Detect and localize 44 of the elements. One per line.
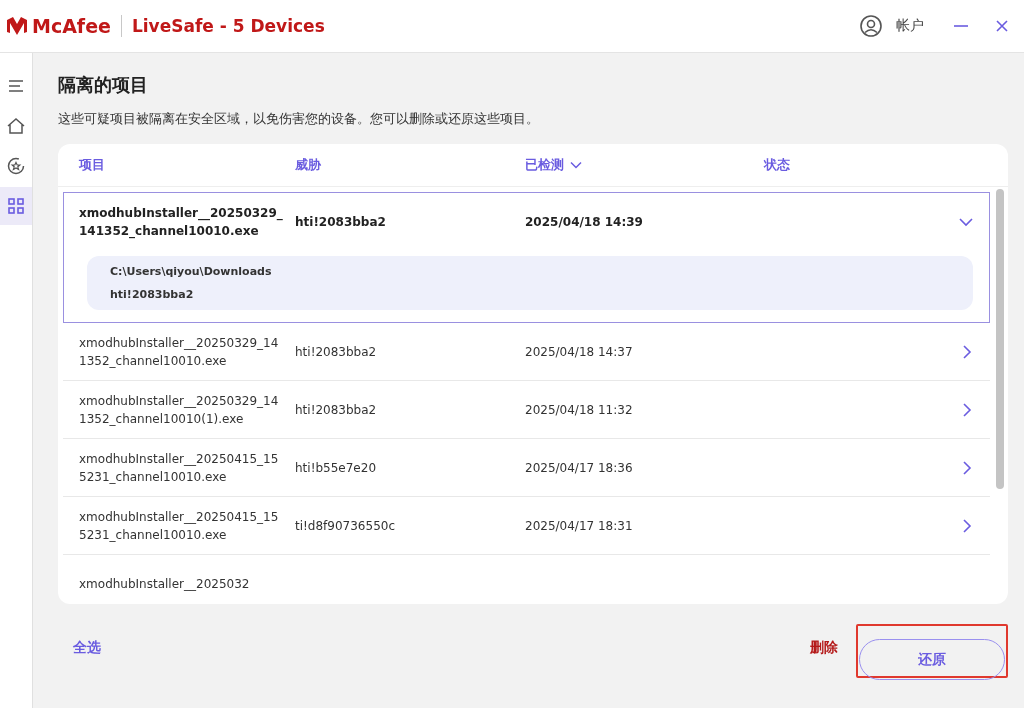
logo-icon [6, 16, 28, 36]
detected-date: 2025/04/17 18:36 [525, 460, 634, 475]
threat-name: hti!2083bba2 [295, 344, 378, 359]
detail-text: hti!2083bba2 [110, 288, 195, 301]
detected-date: 2025/04/18 11:32 [525, 402, 634, 417]
table-row[interactable]: xmodhubInstaller__20250415_155231_channel10010.exe hti!b55e7e20 2025/04/17 18:36 [63, 439, 990, 497]
table-row[interactable]: xmodhubInstaller__20250329_141352_channel10010(1).exe hti!2083bba2 2025/04/18 11:32 [63, 381, 990, 439]
select-all-link[interactable]: 全选 [73, 639, 101, 657]
threat-name: hti!2083bba2 [295, 402, 378, 417]
detail-text: C:\Users\qiyou\Downloads [110, 265, 273, 278]
close-icon [994, 18, 1010, 34]
table-row[interactable]: xmodhubInstaller__2025032 [63, 555, 990, 604]
column-header[interactable]: 已检测 [525, 156, 582, 174]
home-icon [6, 116, 26, 136]
file-name: xmodhubInstaller__20250329_141352_channel10010(1).exe [79, 392, 280, 428]
page-description: 这些可疑项目被隔离在安全区域，以免伤害您的设备。您可以删除或还原这些项目。 [58, 111, 540, 128]
minimize-icon [954, 25, 968, 27]
page-title: 隔离的项目 [58, 73, 149, 97]
account-button[interactable]: 帐户 [860, 15, 924, 37]
user-icon [860, 15, 882, 37]
file-name: xmodhubInstaller__20250329_141352_channel10010.exe [79, 334, 280, 370]
sort-icon [570, 161, 582, 169]
table-row[interactable]: xmodhubInstaller__20250329_141352_channel10010.exe hti!2083bba2 2025/04/18 14:39 C:\Users\qiyou\Downloads hti!2083bba2 [63, 192, 990, 323]
table-row[interactable]: xmodhubInstaller__20250329_141352_channel10010.exe hti!2083bba2 2025/04/18 14:37 [63, 323, 990, 381]
file-name: xmodhubInstaller__20250415_155231_channel10010.exe [79, 450, 280, 486]
column-header[interactable]: 项目 [79, 156, 105, 174]
detected-date: 2025/04/18 14:37 [525, 344, 634, 359]
brand-name: McAfee [32, 15, 111, 37]
detected-date: 2025/04/18 14:39 [525, 214, 644, 229]
close-button[interactable] [994, 18, 1010, 34]
table-row[interactable]: xmodhubInstaller__20250415_155231_channel10010.exe ti!d8f90736550c 2025/04/17 18:31 [63, 497, 990, 555]
column-header[interactable]: 状态 [764, 156, 790, 174]
detected-date: 2025/04/17 18:31 [525, 518, 634, 533]
grid-nav-button[interactable] [0, 187, 32, 225]
file-name: xmodhubInstaller__2025032 [79, 575, 251, 593]
column-header[interactable]: 威胁 [295, 156, 321, 174]
product-name: LiveSafe - 5 Devices [131, 16, 325, 36]
threat-name: hti!b55e7e20 [295, 460, 377, 475]
threat-name: hti!2083bba2 [295, 214, 387, 229]
file-name: xmodhubInstaller__20250415_155231_channel10010.exe [79, 508, 280, 544]
delete-button[interactable]: 删除 [810, 639, 838, 657]
threat-name: ti!d8f90736550c [295, 518, 396, 533]
grid-icon [6, 196, 26, 216]
file-name: xmodhubInstaller__20250329_141352_channel10010.exe [79, 204, 284, 241]
